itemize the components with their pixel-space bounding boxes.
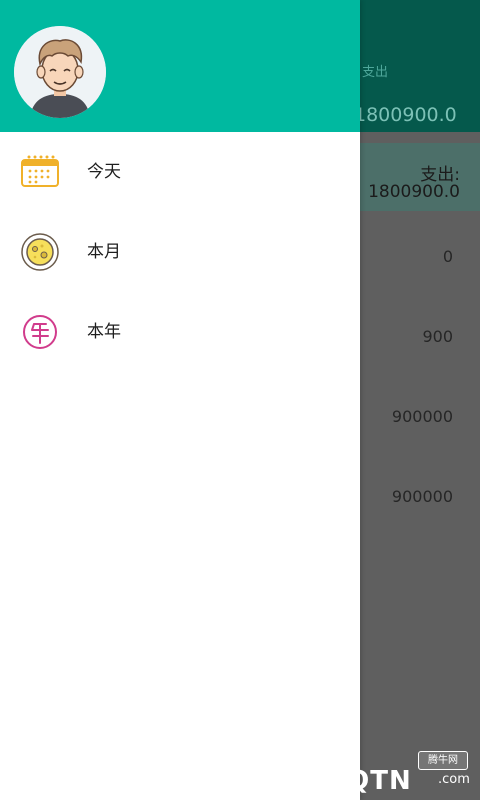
drawer-header bbox=[0, 0, 360, 132]
row-value-year: 900000 bbox=[391, 407, 453, 426]
summary-expense-value: 1800900.0 bbox=[368, 182, 460, 202]
row-value-total: 900000 bbox=[391, 487, 453, 506]
menu-item-today-label: 今天 bbox=[87, 162, 121, 182]
watermark-badge: 腾牛网 bbox=[418, 751, 468, 770]
navigation-drawer: 今天 本月 本年 bbox=[0, 0, 360, 800]
menu-item-year[interactable]: 本年 bbox=[0, 292, 360, 372]
row-value-month: 900 bbox=[422, 327, 453, 346]
bull-logo-icon bbox=[276, 752, 320, 791]
user-avatar-icon bbox=[14, 26, 106, 118]
watermark-text: QQTN bbox=[324, 766, 412, 796]
calendar-icon bbox=[20, 152, 60, 192]
year-icon bbox=[20, 312, 60, 352]
avatar[interactable] bbox=[14, 26, 106, 118]
menu-item-month-label: 本月 bbox=[87, 242, 121, 262]
menu-item-month[interactable]: 本月 bbox=[0, 212, 360, 292]
watermark-suffix: .com bbox=[438, 772, 470, 787]
moon-icon bbox=[20, 232, 60, 272]
menu-item-year-label: 本年 bbox=[87, 322, 121, 342]
menu-item-today[interactable]: 今天 bbox=[0, 132, 360, 212]
header-expense-value: 1800900.0 bbox=[354, 104, 457, 126]
header-expense-label: 支出 bbox=[362, 65, 389, 80]
row-value-today: 0 bbox=[442, 247, 453, 266]
site-watermark: 腾牛网 QQTN .com bbox=[268, 746, 473, 796]
